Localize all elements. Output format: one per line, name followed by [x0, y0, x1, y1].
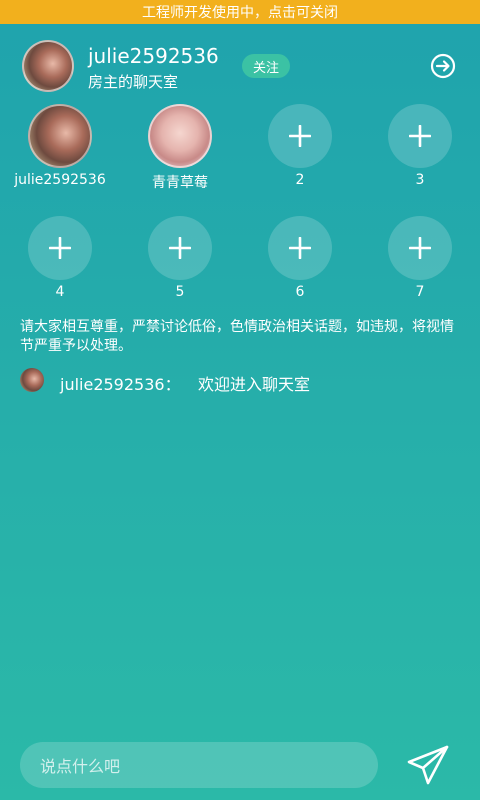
host-avatar[interactable]: [22, 40, 74, 92]
chat-text: 欢迎进入聊天室: [198, 375, 311, 394]
plus-icon: [169, 237, 191, 259]
dev-mode-banner-text: 工程师开发使用中，点击可关闭: [142, 5, 338, 21]
seat-avatar: [148, 104, 212, 168]
mic-seat-7[interactable]: 6: [267, 216, 333, 306]
seat-empty: [388, 104, 452, 168]
seat-label: julie2592536: [14, 172, 106, 188]
seat-empty: [268, 216, 332, 280]
chat-input[interactable]: 说点什么吧: [20, 742, 378, 788]
seat-label: 5: [175, 284, 185, 300]
seat-label: 6: [295, 284, 305, 300]
chat-input-placeholder: 说点什么吧: [40, 757, 121, 776]
seat-label: 3: [415, 172, 425, 188]
mic-seat-8[interactable]: 7: [387, 216, 453, 306]
room-subtitle: 房主的聊天室: [88, 73, 179, 91]
seat-empty: [388, 216, 452, 280]
mic-seat-2[interactable]: 青青草莓: [147, 104, 213, 194]
seat-label: 4: [55, 284, 65, 300]
host-header: julie2592536 房主的聊天室 关注: [20, 40, 460, 92]
follow-button[interactable]: 关注: [242, 54, 290, 78]
seat-label: 青青草莓: [152, 175, 208, 191]
mic-seat-4[interactable]: 3: [387, 104, 453, 194]
follow-button-label: 关注: [252, 60, 279, 76]
room-rules-notice: 请大家相互尊重，严禁讨论低俗，色情政治相关话题，如违规，将视情节严重予以处理。: [20, 319, 454, 354]
exit-arrow-icon[interactable]: [430, 53, 456, 79]
seat-label: 7: [415, 284, 425, 300]
dev-mode-banner[interactable]: 工程师开发使用中，点击可关闭: [0, 0, 480, 24]
chat-message: julie2592536： 欢迎进入聊天室: [20, 368, 460, 395]
mic-seat-5[interactable]: 4: [27, 216, 93, 306]
chat-avatar[interactable]: [20, 368, 44, 392]
plus-icon: [289, 237, 311, 259]
seat-label: 2: [295, 172, 305, 188]
paper-plane-icon[interactable]: [406, 744, 450, 786]
mic-seat-6[interactable]: 5: [147, 216, 213, 306]
seat-empty: [28, 216, 92, 280]
host-name: julie2592536: [88, 44, 219, 68]
plus-icon: [289, 125, 311, 147]
mic-seat-3[interactable]: 2: [267, 104, 333, 194]
plus-icon: [49, 237, 71, 259]
seat-avatar: [28, 104, 92, 168]
seat-empty: [268, 104, 332, 168]
plus-icon: [409, 125, 431, 147]
seat-empty: [148, 216, 212, 280]
chat-username[interactable]: julie2592536：: [60, 371, 181, 395]
plus-icon: [409, 237, 431, 259]
mic-seat-1[interactable]: julie2592536: [14, 104, 106, 194]
